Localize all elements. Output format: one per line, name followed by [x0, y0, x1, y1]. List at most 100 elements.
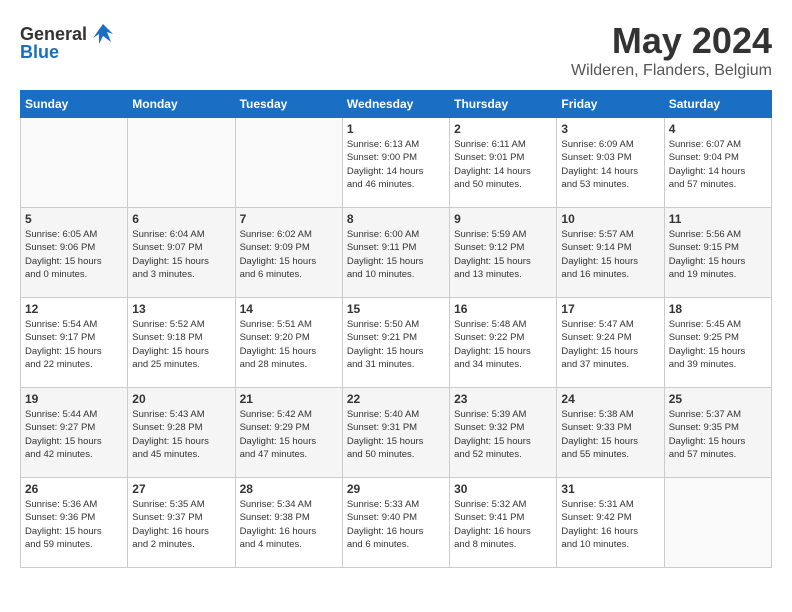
day-info: Sunrise: 5:44 AMSunset: 9:27 PMDaylight:… — [25, 408, 123, 461]
day-number: 19 — [25, 392, 123, 406]
calendar-day-cell: 21 Sunrise: 5:42 AMSunset: 9:29 PMDayligh… — [235, 388, 342, 478]
title-block: May 2024 Wilderen, Flanders, Belgium — [571, 20, 772, 80]
day-number: 17 — [561, 302, 659, 316]
calendar-day-cell: 11Sunrise: 5:56 AMSunset: 9:15 PMDayligh… — [664, 208, 771, 298]
day-info: Sunrise: 6:13 AMSunset: 9:00 PMDaylight:… — [347, 138, 445, 191]
day-info: Sunrise: 5:34 AMSunset: 9:38 PMDaylight:… — [240, 498, 338, 551]
day-number: 3 — [561, 122, 659, 136]
day-number: 25 — [669, 392, 767, 406]
day-number: 26 — [25, 482, 123, 496]
day-of-week-header: Wednesday — [342, 91, 449, 118]
month-title: May 2024 — [571, 20, 772, 62]
day-number: 22 — [347, 392, 445, 406]
calendar-day-cell: 30 Sunrise: 5:32 AMSunset: 9:41 PMDayligh… — [450, 478, 557, 568]
day-info: Sunrise: 5:52 AMSunset: 9:18 PMDaylight:… — [132, 318, 230, 371]
day-info: Sunrise: 5:45 AMSunset: 9:25 PMDaylight:… — [669, 318, 767, 371]
logo: General Blue — [20, 20, 117, 63]
calendar-day-cell: 10 Sunrise: 5:57 AMSunset: 9:14 PMDayligh… — [557, 208, 664, 298]
calendar-week-row: 12 Sunrise: 5:54 AMSunset: 9:17 PMDayligh… — [21, 298, 772, 388]
calendar-day-cell: 17 Sunrise: 5:47 AMSunset: 9:24 PMDayligh… — [557, 298, 664, 388]
day-number: 31 — [561, 482, 659, 496]
calendar-day-cell: 5Sunrise: 6:05 AMSunset: 9:06 PMDaylight… — [21, 208, 128, 298]
day-info: Sunrise: 5:40 AMSunset: 9:31 PMDaylight:… — [347, 408, 445, 461]
day-info: Sunrise: 6:04 AMSunset: 9:07 PMDaylight:… — [132, 228, 230, 281]
day-number: 16 — [454, 302, 552, 316]
day-number: 15 — [347, 302, 445, 316]
day-of-week-header: Tuesday — [235, 91, 342, 118]
day-number: 23 — [454, 392, 552, 406]
day-info: Sunrise: 5:32 AMSunset: 9:41 PMDaylight:… — [454, 498, 552, 551]
day-number: 1 — [347, 122, 445, 136]
day-info: Sunrise: 6:00 AMSunset: 9:11 PMDaylight:… — [347, 228, 445, 281]
calendar-day-cell: 6 Sunrise: 6:04 AMSunset: 9:07 PMDaylight… — [128, 208, 235, 298]
calendar-day-cell — [235, 118, 342, 208]
day-number: 13 — [132, 302, 230, 316]
day-info: Sunrise: 5:37 AMSunset: 9:35 PMDaylight:… — [669, 408, 767, 461]
calendar-day-cell: 4 Sunrise: 6:07 AMSunset: 9:04 PMDaylight… — [664, 118, 771, 208]
day-number: 2 — [454, 122, 552, 136]
day-info: Sunrise: 5:47 AMSunset: 9:24 PMDaylight:… — [561, 318, 659, 371]
calendar-day-cell: 15Sunrise: 5:50 AMSunset: 9:21 PMDayligh… — [342, 298, 449, 388]
calendar-day-cell: 28 Sunrise: 5:34 AMSunset: 9:38 PMDayligh… — [235, 478, 342, 568]
day-info: Sunrise: 5:57 AMSunset: 9:14 PMDaylight:… — [561, 228, 659, 281]
day-of-week-header: Thursday — [450, 91, 557, 118]
day-of-week-header: Friday — [557, 91, 664, 118]
calendar-day-cell: 20Sunrise: 5:43 AMSunset: 9:28 PMDayligh… — [128, 388, 235, 478]
calendar-day-cell: 12 Sunrise: 5:54 AMSunset: 9:17 PMDayligh… — [21, 298, 128, 388]
calendar-day-cell: 7 Sunrise: 6:02 AMSunset: 9:09 PMDaylight… — [235, 208, 342, 298]
day-number: 4 — [669, 122, 767, 136]
day-info: Sunrise: 5:54 AMSunset: 9:17 PMDaylight:… — [25, 318, 123, 371]
day-of-week-header: Sunday — [21, 91, 128, 118]
calendar-day-cell — [664, 478, 771, 568]
day-info: Sunrise: 6:02 AMSunset: 9:09 PMDaylight:… — [240, 228, 338, 281]
day-number: 29 — [347, 482, 445, 496]
day-info: Sunrise: 5:36 AMSunset: 9:36 PMDaylight:… — [25, 498, 123, 551]
calendar-week-row: 19 Sunrise: 5:44 AMSunset: 9:27 PMDayligh… — [21, 388, 772, 478]
calendar-week-row: 1 Sunrise: 6:13 AMSunset: 9:00 PMDaylight… — [21, 118, 772, 208]
day-info: Sunrise: 5:39 AMSunset: 9:32 PMDaylight:… — [454, 408, 552, 461]
day-info: Sunrise: 6:11 AMSunset: 9:01 PMDaylight:… — [454, 138, 552, 191]
calendar-day-cell: 31Sunrise: 5:31 AMSunset: 9:42 PMDayligh… — [557, 478, 664, 568]
calendar-table: SundayMondayTuesdayWednesdayThursdayFrid… — [20, 90, 772, 568]
day-number: 7 — [240, 212, 338, 226]
calendar-day-cell — [21, 118, 128, 208]
location-subtitle: Wilderen, Flanders, Belgium — [571, 62, 772, 80]
day-number: 5 — [25, 212, 123, 226]
day-number: 8 — [347, 212, 445, 226]
day-info: Sunrise: 6:07 AMSunset: 9:04 PMDaylight:… — [669, 138, 767, 191]
day-number: 6 — [132, 212, 230, 226]
calendar-day-cell: 22 Sunrise: 5:40 AMSunset: 9:31 PMDayligh… — [342, 388, 449, 478]
calendar-day-cell: 2 Sunrise: 6:11 AMSunset: 9:01 PMDaylight… — [450, 118, 557, 208]
calendar-day-cell: 24 Sunrise: 5:38 AMSunset: 9:33 PMDayligh… — [557, 388, 664, 478]
calendar-day-cell: 1 Sunrise: 6:13 AMSunset: 9:00 PMDaylight… — [342, 118, 449, 208]
day-number: 27 — [132, 482, 230, 496]
calendar-day-cell: 16 Sunrise: 5:48 AMSunset: 9:22 PMDayligh… — [450, 298, 557, 388]
day-number: 11 — [669, 212, 767, 226]
calendar-day-cell: 14 Sunrise: 5:51 AMSunset: 9:20 PMDayligh… — [235, 298, 342, 388]
day-number: 28 — [240, 482, 338, 496]
day-info: Sunrise: 5:48 AMSunset: 9:22 PMDaylight:… — [454, 318, 552, 371]
day-number: 21 — [240, 392, 338, 406]
day-number: 12 — [25, 302, 123, 316]
day-info: Sunrise: 5:51 AMSunset: 9:20 PMDaylight:… — [240, 318, 338, 371]
calendar-day-cell — [128, 118, 235, 208]
calendar-day-cell: 13 Sunrise: 5:52 AMSunset: 9:18 PMDayligh… — [128, 298, 235, 388]
day-number: 24 — [561, 392, 659, 406]
calendar-header-row: SundayMondayTuesdayWednesdayThursdayFrid… — [21, 91, 772, 118]
calendar-week-row: 26 Sunrise: 5:36 AMSunset: 9:36 PMDayligh… — [21, 478, 772, 568]
calendar-day-cell: 26 Sunrise: 5:36 AMSunset: 9:36 PMDayligh… — [21, 478, 128, 568]
calendar-day-cell: 25 Sunrise: 5:37 AMSunset: 9:35 PMDayligh… — [664, 388, 771, 478]
calendar-day-cell: 18 Sunrise: 5:45 AMSunset: 9:25 PMDayligh… — [664, 298, 771, 388]
logo-blue-text: Blue — [20, 42, 59, 63]
day-number: 30 — [454, 482, 552, 496]
day-number: 14 — [240, 302, 338, 316]
day-of-week-header: Saturday — [664, 91, 771, 118]
day-of-week-header: Monday — [128, 91, 235, 118]
day-info: Sunrise: 5:59 AMSunset: 9:12 PMDaylight:… — [454, 228, 552, 281]
day-info: Sunrise: 5:38 AMSunset: 9:33 PMDaylight:… — [561, 408, 659, 461]
day-info: Sunrise: 5:42 AMSunset: 9:29 PMDaylight:… — [240, 408, 338, 461]
day-info: Sunrise: 5:43 AMSunset: 9:28 PMDaylight:… — [132, 408, 230, 461]
day-info: Sunrise: 5:33 AMSunset: 9:40 PMDaylight:… — [347, 498, 445, 551]
day-number: 18 — [669, 302, 767, 316]
day-number: 10 — [561, 212, 659, 226]
